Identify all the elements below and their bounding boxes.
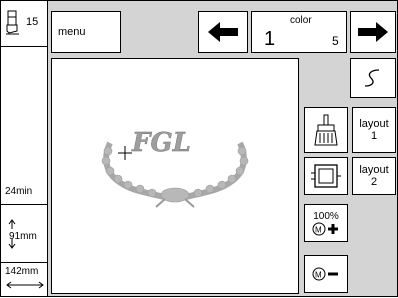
presser-foot-status[interactable]: 15 (3, 7, 45, 41)
layout-2-label: layout (359, 164, 389, 176)
screen: 15 24min 91mm 142mm menu color 1 5 FGL l… (0, 0, 398, 297)
svg-text:M: M (315, 271, 322, 280)
zoom-minus-icon: M (312, 267, 338, 281)
horizontal-arrow-icon (6, 281, 44, 289)
stitch-path-button[interactable] (350, 58, 396, 98)
zoom-out-button[interactable]: M (304, 255, 348, 293)
zoom-plus-icon: M (312, 222, 338, 235)
layout-2-number: 2 (370, 176, 378, 188)
design-width: 142mm (3, 266, 47, 294)
color-label: color (290, 15, 312, 26)
curved-line-icon (364, 69, 380, 87)
design-preview[interactable]: FGL (51, 58, 299, 294)
height-value: 91mm (9, 231, 37, 242)
total-colors: 5 (332, 34, 339, 48)
hoop-icon (311, 164, 341, 188)
width-value: 142mm (5, 266, 39, 277)
layout-1-number: 1 (370, 130, 378, 142)
arrow-left-icon (208, 22, 238, 42)
zoom-in-button[interactable]: 100% M (304, 204, 348, 242)
menu-label: menu (58, 26, 86, 38)
previous-color-button[interactable] (198, 11, 248, 53)
next-color-button[interactable] (350, 11, 396, 53)
stitch-number: 15 (26, 16, 39, 28)
zoom-percentage: 100% (313, 210, 339, 222)
stitch-time: 24min (5, 186, 33, 197)
current-color-number: 1 (264, 28, 276, 50)
monogram-text: FGL (131, 128, 191, 158)
svg-text:M: M (315, 225, 322, 234)
design-height: 91mm (5, 219, 45, 257)
status-sidebar: 15 24min 91mm 142mm (1, 1, 48, 296)
embroidery-preview-button[interactable] (304, 107, 348, 153)
layout-2-button[interactable]: layout 2 (352, 157, 396, 195)
embroidery-design: FGL (101, 128, 249, 208)
menu-button[interactable]: menu (51, 11, 121, 53)
color-indicator: color 1 5 (251, 11, 347, 53)
layout-1-button[interactable]: layout 1 (352, 107, 396, 153)
broom-icon (314, 114, 338, 146)
layout-1-label: layout (359, 118, 389, 130)
presser-foot-icon (6, 10, 19, 35)
hoop-select-button[interactable] (304, 157, 348, 195)
arrow-right-icon (358, 22, 388, 42)
